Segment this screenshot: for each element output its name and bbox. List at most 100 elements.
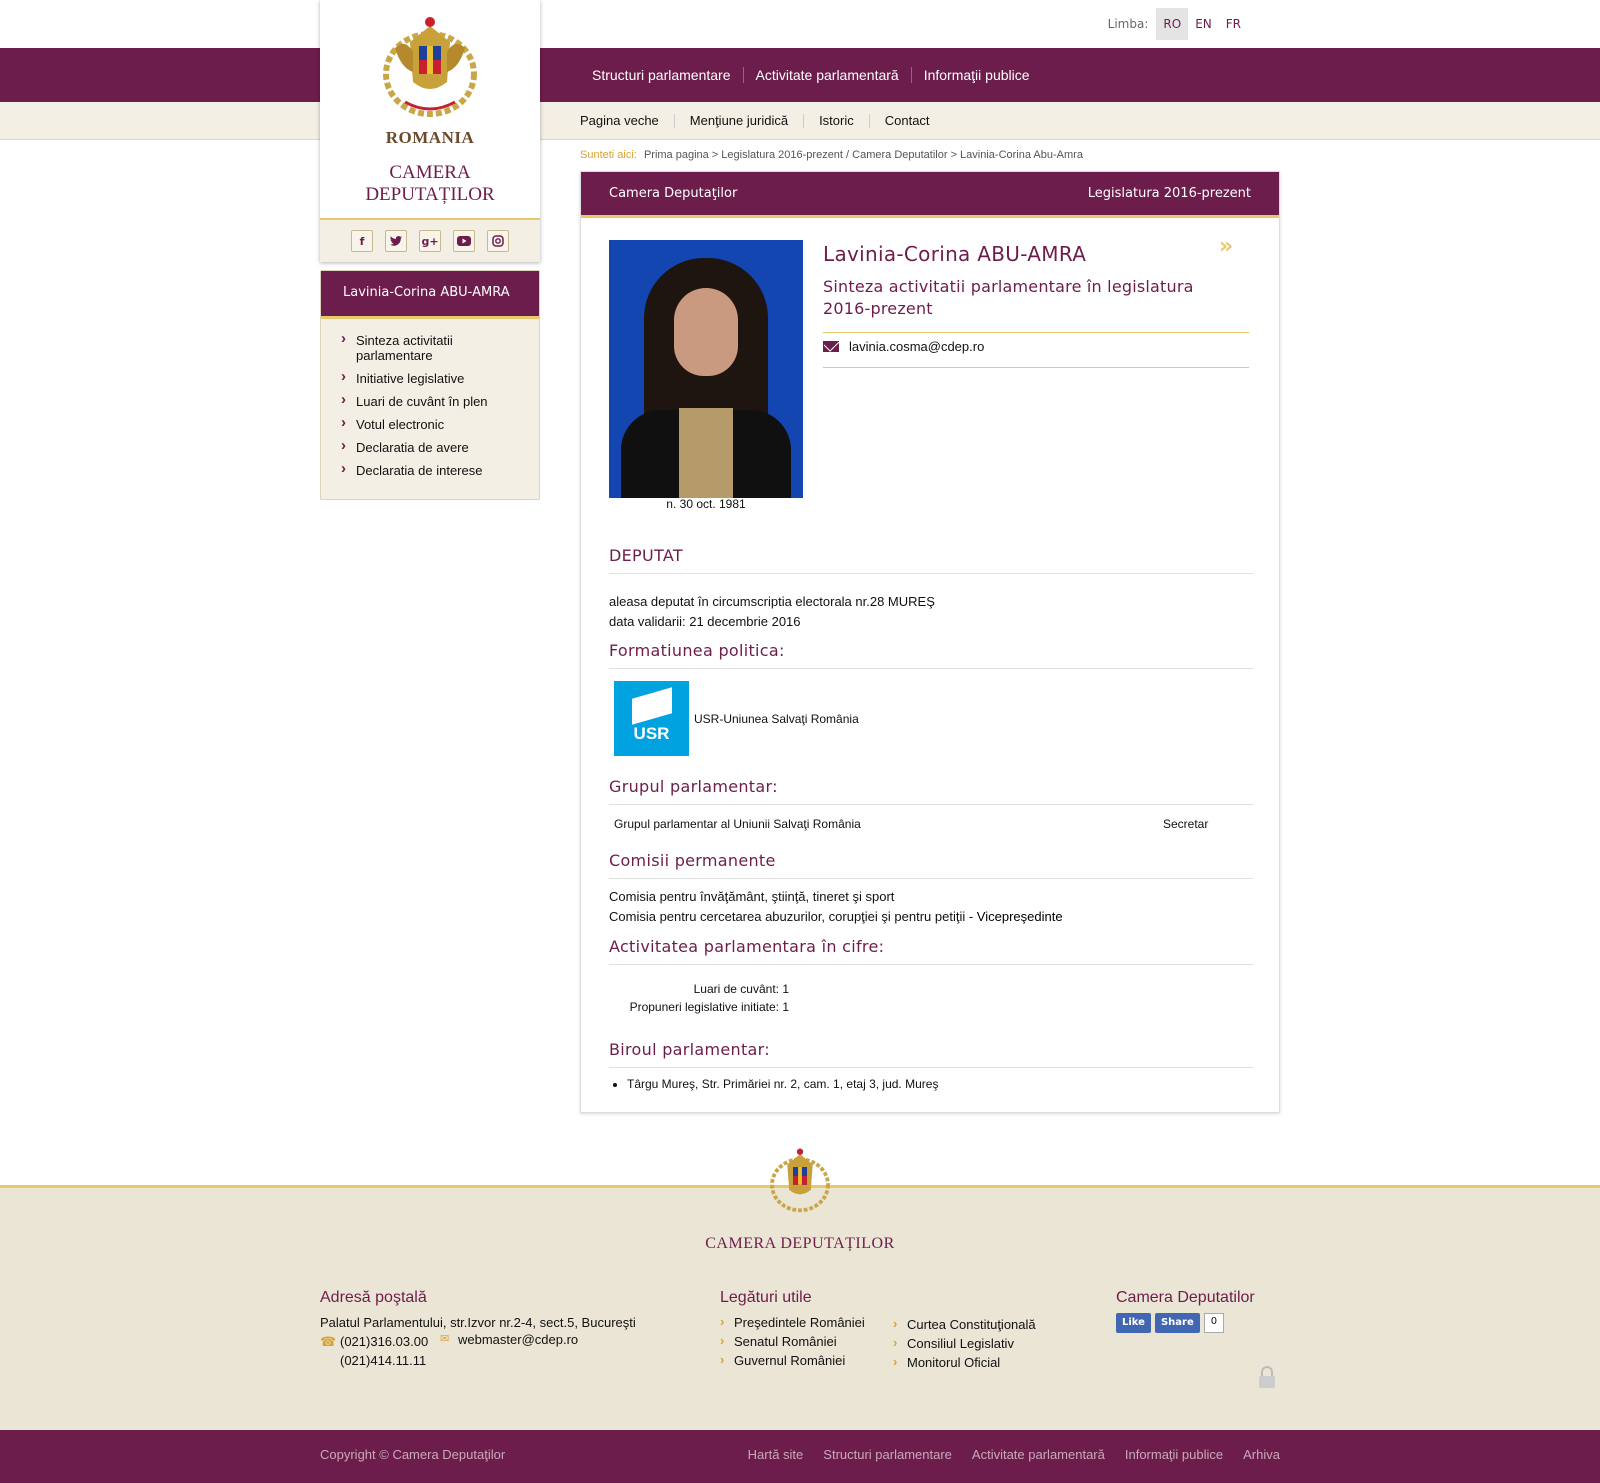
language-selector: Limba: RO EN FR (1108, 8, 1248, 40)
comisie-name[interactable]: Comisia pentru cercetarea abuzurilor, co… (609, 909, 965, 924)
youtube-icon[interactable] (453, 230, 475, 252)
bottom-link-harta[interactable]: Hartă site (748, 1447, 804, 1462)
left-menu-item-initiative[interactable]: Initiative legislative (341, 369, 511, 386)
logo-box[interactable]: ROMANIA CAMERA DEPUTAȚILOR f g+ (320, 0, 540, 262)
facebook-like-button[interactable]: Like (1116, 1313, 1151, 1333)
party-name[interactable]: USR-Uniunea Salvaţi România (694, 709, 859, 729)
cifre-list: Luari de cuvânt: 1 Propuneri legislative… (617, 980, 789, 1016)
left-menu-item-vot[interactable]: Votul electronic (341, 415, 511, 432)
nav-structuri[interactable]: Structuri parlamentare (580, 67, 743, 83)
google-plus-icon[interactable]: g+ (419, 230, 441, 252)
deputat-line2: data validarii: 21 decembrie 2016 (609, 614, 801, 629)
deputat-heading: DEPUTAT (609, 546, 1253, 574)
left-menu-item-avere[interactable]: Declaratia de avere (341, 438, 511, 455)
sub-nav: Pagina veche Menţiune juridică Istoric C… (0, 102, 1600, 140)
copyright: Copyright © Camera Deputaţilor (320, 1447, 506, 1462)
footer-link[interactable]: Curtea Constituţională (893, 1314, 1036, 1334)
instagram-icon[interactable] (487, 230, 509, 252)
left-menu: Lavinia-Corina ABU-AMRA Sinteza activita… (320, 270, 540, 500)
lock-icon[interactable] (1258, 1366, 1276, 1388)
comisie-item: Comisia pentru cercetarea abuzurilor, co… (609, 907, 1063, 927)
footer-link[interactable]: Monitorul Oficial (893, 1352, 1036, 1372)
left-menu-item-sinteza[interactable]: Sinteza activitatii parlamentare (341, 331, 511, 363)
logo-country: ROMANIA (385, 128, 475, 147)
activity-subtitle: Sinteza activitatii parlamentare în legi… (823, 277, 1194, 318)
bottom-links: Hartă site Structuri parlamentare Activi… (748, 1447, 1280, 1462)
panel-header-left: Camera Deputaţilor (609, 186, 738, 201)
subnav-pagina-veche[interactable]: Pagina veche (568, 114, 674, 128)
comisie-role: Vicepreşedinte (976, 909, 1063, 924)
profile-panel: Camera Deputaţilor Legislatura 2016-prez… (580, 171, 1280, 1113)
panel-header-right: Legislatura 2016-prezent (1087, 186, 1251, 201)
social-links: f g+ (320, 218, 540, 262)
left-menu-item-interese[interactable]: Declaratia de interese (341, 461, 511, 478)
subnav-contact[interactable]: Contact (868, 114, 945, 128)
envelope-icon (823, 341, 839, 352)
bottom-link-arhiva[interactable]: Arhiva (1243, 1447, 1280, 1462)
divider (823, 332, 1249, 333)
subnav-istoric[interactable]: Istoric (803, 114, 869, 128)
lang-ro-link[interactable]: RO (1156, 8, 1189, 40)
deputat-details: aleasa deputat în circumscriptia elector… (609, 592, 935, 632)
breadcrumb: Sunteti aici: Prima pagina > Legislatura… (580, 149, 1083, 161)
footer-address-heading: Adresă poştală (320, 1289, 427, 1306)
lang-fr-link[interactable]: FR (1219, 8, 1248, 40)
language-label: Limba: (1107, 17, 1149, 31)
logo-institution-line2: DEPUTAȚILOR (365, 184, 495, 205)
breadcrumb-prefix: Sunteti aici: (580, 149, 637, 161)
nav-informatii[interactable]: Informaţii publice (910, 67, 1042, 83)
footer-brand: CAMERA DEPUTAȚILOR (705, 1235, 895, 1252)
usr-logo-text: USR (633, 724, 670, 743)
grup-name[interactable]: Grupul parlamentar al Uniunii Salvaţi Ro… (614, 814, 861, 834)
logo-institution-line1: CAMERA (389, 162, 471, 183)
footer-link[interactable]: Preşedintele României (720, 1312, 865, 1332)
footer-links-col1: Preşedintele României Senatul României G… (720, 1312, 865, 1370)
left-menu-item-luari[interactable]: Luari de cuvânt în plen (341, 392, 511, 409)
lang-en-link[interactable]: EN (1188, 8, 1219, 40)
usr-party-logo[interactable]: USR (614, 681, 689, 756)
email-link[interactable]: lavinia.cosma@cdep.ro (849, 339, 984, 354)
birou-list: Târgu Mureş, Str. Primăriei nr. 2, cam. … (627, 1074, 938, 1094)
comisie-item[interactable]: Comisia pentru învăţământ, ştiinţă, tine… (609, 887, 1063, 907)
facebook-share-button[interactable]: Share (1154, 1313, 1200, 1333)
comisii-heading: Comisii permanente (609, 851, 1253, 879)
cifre-luari[interactable]: Luari de cuvânt: 1 (617, 980, 789, 998)
email-row: lavinia.cosma@cdep.ro (823, 339, 984, 354)
footer-phone2: (021)414.11.11 (340, 1353, 427, 1368)
divider (823, 367, 1249, 368)
cifre-propuneri[interactable]: Propuneri legislative initiate: 1 (617, 998, 789, 1016)
footer-social-heading: Camera Deputatilor (1116, 1289, 1255, 1306)
grup-role: Secretar (1163, 817, 1209, 831)
double-chevron-right-icon[interactable]: » (1219, 234, 1233, 259)
breadcrumb-path[interactable]: Prima pagina > Legislatura 2016-prezent … (644, 149, 1083, 161)
facebook-widget: Like Share 0 (1116, 1313, 1225, 1333)
birou-address: Târgu Mureş, Str. Primăriei nr. 2, cam. … (627, 1074, 938, 1094)
footer-link[interactable]: Guvernul României (720, 1350, 865, 1370)
twitter-icon[interactable] (385, 230, 407, 252)
footer-email[interactable]: webmaster@cdep.ro (458, 1330, 578, 1349)
grup-heading: Grupul parlamentar: (609, 777, 1253, 805)
coat-of-arms-icon (383, 17, 477, 117)
subnav-mentiune[interactable]: Menţiune juridică (673, 114, 803, 128)
footer-link[interactable]: Consiliul Legislativ (893, 1333, 1036, 1353)
comisii-list: Comisia pentru învăţământ, ştiinţă, tine… (609, 887, 1063, 927)
bottom-link-informatii[interactable]: Informaţii publice (1125, 1447, 1223, 1462)
nav-activitate[interactable]: Activitate parlamentară (742, 67, 911, 83)
footer-link[interactable]: Senatul României (720, 1331, 865, 1351)
logo-institution: CAMERA DEPUTAȚILOR (320, 162, 540, 206)
deputat-line1: aleasa deputat în circumscriptia elector… (609, 594, 935, 609)
facebook-icon[interactable]: f (351, 230, 373, 252)
envelope-icon: ✉ (440, 1333, 450, 1345)
main-nav: Structuri parlamentare Activitate parlam… (0, 48, 1600, 102)
footer-links-col2: Curtea Constituţională Consiliul Legisla… (893, 1314, 1036, 1372)
date-of-birth: n. 30 oct. 1981 (666, 497, 746, 511)
bottom-link-structuri[interactable]: Structuri parlamentare (823, 1447, 952, 1462)
phone-icon: ☎ (320, 1334, 337, 1349)
footer-phone1: (021)316.03.00 (340, 1334, 429, 1349)
birou-heading: Biroul parlamentar: (609, 1040, 1253, 1068)
left-menu-title: Lavinia-Corina ABU-AMRA (321, 271, 539, 319)
bottom-link-activitate[interactable]: Activitate parlamentară (972, 1447, 1105, 1462)
footer-coat-of-arms-icon (770, 1148, 830, 1213)
bottom-bar: Copyright © Camera Deputaţilor Hartă sit… (0, 1430, 1600, 1483)
footer-links-heading: Legături utile (720, 1289, 812, 1306)
